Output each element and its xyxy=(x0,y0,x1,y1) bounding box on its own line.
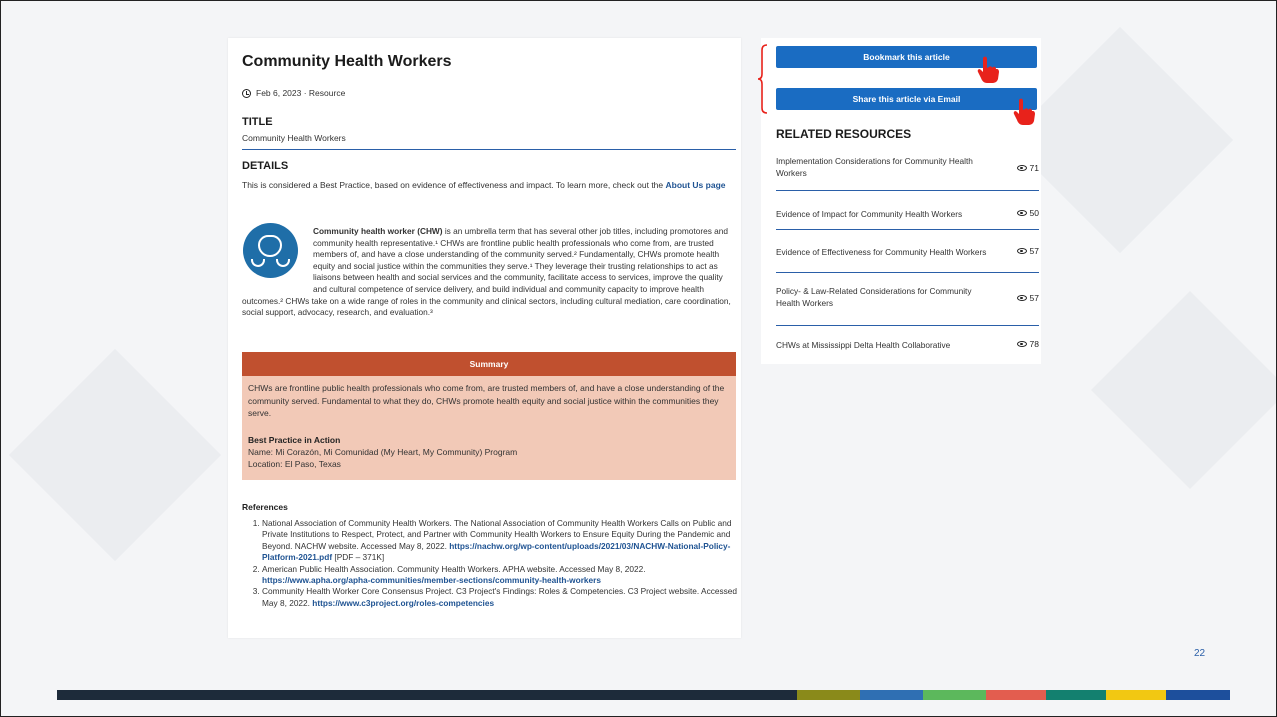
footer-bar-segment xyxy=(1046,690,1106,700)
related-item-label[interactable]: Implementation Considerations for Commun… xyxy=(776,155,996,179)
best-practice-heading: Best Practice in Action xyxy=(248,435,341,445)
footer-bar-segment xyxy=(57,690,797,700)
footer-bar-segment xyxy=(860,690,923,700)
related-item[interactable]: Evidence of Effectiveness for Community … xyxy=(776,230,1039,273)
hand-pointer-icon xyxy=(977,56,999,83)
related-item-label[interactable]: Evidence of Effectiveness for Community … xyxy=(776,246,1006,258)
view-count-value: 57 xyxy=(1029,246,1039,256)
references-heading: References xyxy=(242,502,288,512)
reference-item: American Public Health Association. Comm… xyxy=(262,564,742,587)
related-item[interactable]: Implementation Considerations for Commun… xyxy=(776,152,1039,191)
summary-box: CHWs are frontline public health profess… xyxy=(242,376,736,480)
related-item-label[interactable]: CHWs at Mississippi Delta Health Collabo… xyxy=(776,339,996,351)
reference-link[interactable]: https://www.c3project.org/roles-competen… xyxy=(312,598,494,608)
article-body: Community health worker (CHW) is an umbr… xyxy=(242,226,738,319)
footer-bar-segment xyxy=(1166,690,1230,700)
article-title: Community Health Workers xyxy=(242,53,452,70)
details-sentence: This is considered a Best Practice, base… xyxy=(242,180,664,190)
related-item-label[interactable]: Evidence of Impact for Community Health … xyxy=(776,208,996,220)
reference-text: American Public Health Association. Comm… xyxy=(262,563,646,574)
article-date-type: Feb 6, 2023 · Resource xyxy=(256,88,346,98)
summary-text: CHWs are frontline public health profess… xyxy=(248,383,725,418)
view-count: 50 xyxy=(1016,208,1039,218)
sidebar-panel: Bookmark this article Share this article… xyxy=(761,38,1041,364)
view-count: 57 xyxy=(1016,293,1039,303)
view-count-value: 78 xyxy=(1029,339,1039,349)
footer-bar-segment xyxy=(986,690,1046,700)
body-text: is an umbrella term that has several oth… xyxy=(242,226,731,318)
details-heading: DETAILS xyxy=(242,160,289,172)
article-meta: Feb 6, 2023 · Resource xyxy=(242,88,345,98)
eye-icon xyxy=(1016,210,1027,216)
related-item[interactable]: Evidence of Impact for Community Health … xyxy=(776,191,1039,230)
slide-page-number: 22 xyxy=(1194,648,1206,659)
reference-link[interactable]: https://www.apha.org/apha-communities/me… xyxy=(262,575,601,585)
share-email-button[interactable]: Share this article via Email xyxy=(776,88,1037,110)
view-count: 57 xyxy=(1016,246,1039,256)
related-item[interactable]: CHWs at Mississippi Delta Health Collabo… xyxy=(776,326,1039,364)
hand-pointer-icon xyxy=(1013,98,1035,125)
view-count-value: 57 xyxy=(1029,293,1039,303)
highlight-brace xyxy=(758,44,768,114)
view-count-value: 71 xyxy=(1029,163,1039,173)
view-count: 78 xyxy=(1016,339,1039,349)
best-practice-name: Name: Mi Corazón, Mi Comunidad (My Heart… xyxy=(248,447,518,457)
related-item-label[interactable]: Policy- & Law-Related Considerations for… xyxy=(776,285,996,309)
related-item[interactable]: Policy- & Law-Related Considerations for… xyxy=(776,273,1039,326)
article-panel: Community Health Workers Feb 6, 2023 · R… xyxy=(228,38,741,638)
title-heading: TITLE xyxy=(242,116,273,128)
related-resources-heading: RELATED RESOURCES xyxy=(776,127,912,141)
reference-suffix: [PDF – 371K] xyxy=(332,552,385,563)
icon-spacer xyxy=(242,226,313,292)
body-lead: Community health worker (CHW) xyxy=(313,226,443,236)
reference-item: National Association of Community Health… xyxy=(262,518,742,564)
about-us-link[interactable]: About Us page xyxy=(666,180,726,190)
clock-icon xyxy=(242,88,251,98)
reference-item: Community Health Worker Core Consensus P… xyxy=(262,586,742,609)
eye-icon xyxy=(1016,295,1027,301)
best-practice-location: Location: El Paso, Texas xyxy=(248,459,341,469)
references-list: National Association of Community Health… xyxy=(250,518,742,609)
footer-bar-segment xyxy=(797,690,860,700)
eye-icon xyxy=(1016,248,1027,254)
eye-icon xyxy=(1016,341,1027,347)
summary-header: Summary xyxy=(242,352,736,376)
title-value: Community Health Workers xyxy=(242,133,346,143)
footer-bar-segment xyxy=(1106,690,1166,700)
divider xyxy=(242,149,736,150)
footer-bar-segment xyxy=(923,690,986,700)
view-count: 71 xyxy=(1016,163,1039,173)
eye-icon xyxy=(1016,165,1027,171)
details-text: This is considered a Best Practice, base… xyxy=(242,179,734,191)
view-count-value: 50 xyxy=(1029,208,1039,218)
